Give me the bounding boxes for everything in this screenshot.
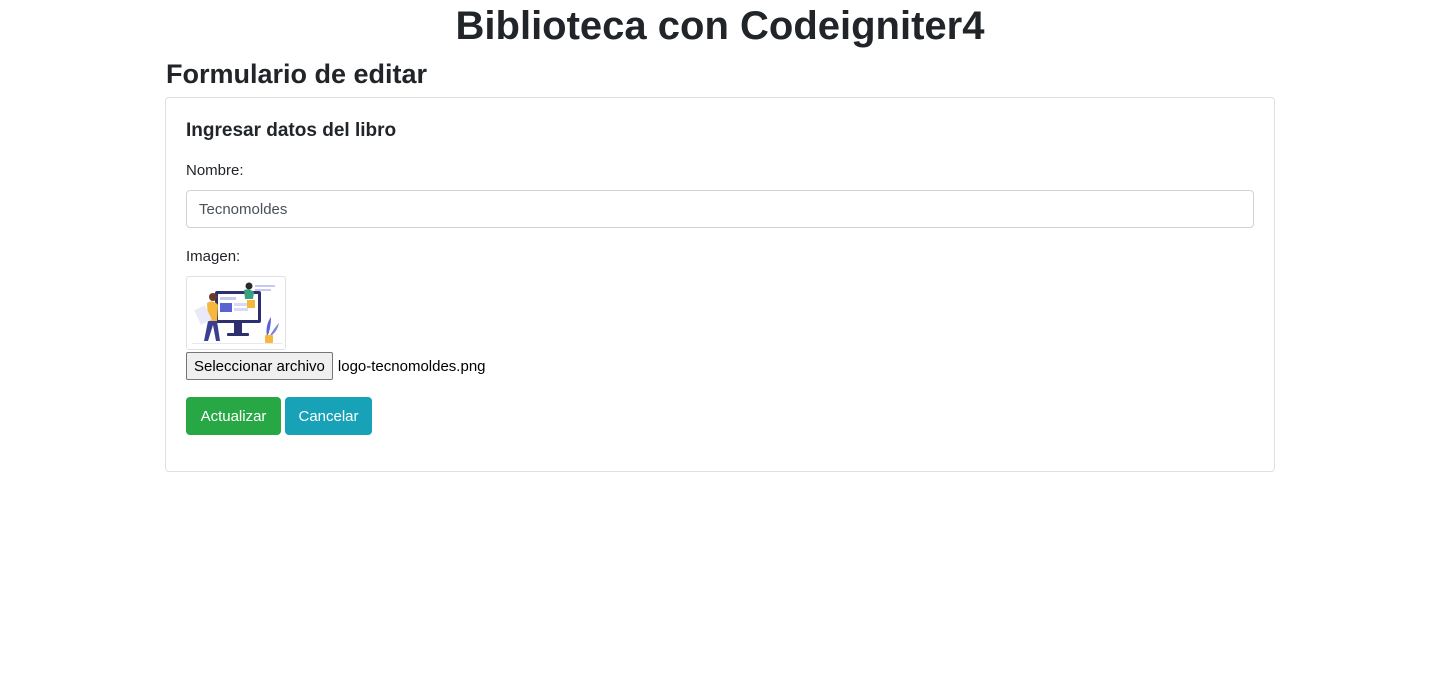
choose-file-button[interactable]: Seleccionar archivo xyxy=(186,352,333,380)
update-button[interactable]: Actualizar xyxy=(186,397,281,435)
app-title: Biblioteca con Codeigniter4 xyxy=(455,4,985,48)
nombre-input[interactable] xyxy=(186,190,1254,228)
edit-form-card: Ingresar datos del libro Nombre: Imagen: xyxy=(165,97,1275,472)
card-title: Ingresar datos del libro xyxy=(186,120,397,141)
book-image-thumbnail xyxy=(186,276,286,350)
selected-file-name: logo-tecnomoldes.png xyxy=(337,357,486,375)
nombre-label: Nombre: xyxy=(186,162,244,179)
cancel-button[interactable]: Cancelar xyxy=(285,397,372,435)
imagen-label: Imagen: xyxy=(186,248,241,265)
file-input: Seleccionar archivo logo-tecnomoldes.png xyxy=(186,352,486,380)
illustration-thumbnail-icon xyxy=(192,282,282,344)
page-subtitle: Formulario de editar xyxy=(166,59,428,89)
